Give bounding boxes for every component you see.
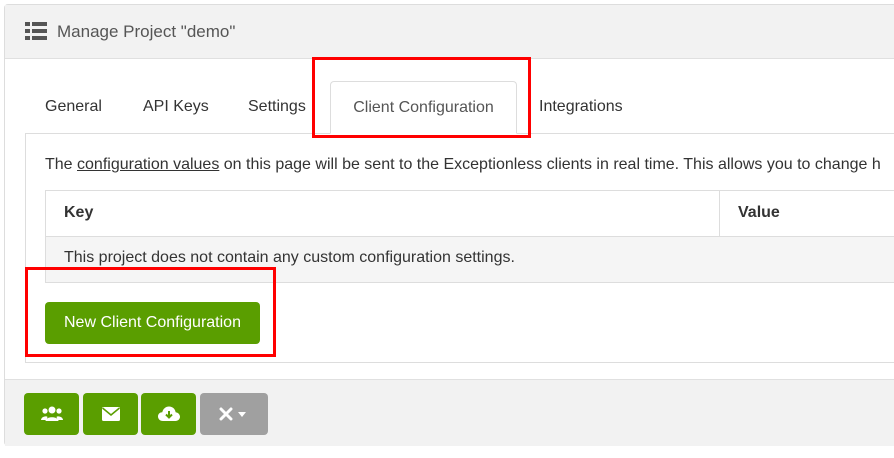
manage-users-button[interactable]: [24, 393, 79, 435]
download-button[interactable]: [141, 393, 196, 435]
column-header-key: Key: [64, 204, 94, 221]
tab-general[interactable]: General: [45, 81, 102, 133]
tab-client-configuration[interactable]: Client Configuration: [330, 81, 517, 134]
column-header-value: Value: [738, 204, 780, 221]
tab-api-keys[interactable]: API Keys: [143, 81, 209, 133]
tab-bar: General API Keys Settings Client Configu…: [25, 81, 894, 134]
manage-project-panel: Manage Project "demo" General API Keys S…: [4, 4, 894, 446]
description-prefix: The: [45, 156, 78, 173]
tab-integrations[interactable]: Integrations: [539, 81, 623, 133]
delete-dropdown-button[interactable]: [200, 393, 268, 435]
empty-table-message: This project does not contain any custom…: [64, 249, 515, 266]
tab-settings[interactable]: Settings: [248, 81, 306, 133]
configuration-values-link[interactable]: configuration values: [77, 156, 219, 173]
configuration-table: Key Value This project does not contain …: [45, 190, 894, 283]
panel-heading: Manage Project "demo": [5, 5, 894, 59]
description-suffix: on this page will be sent to the Excepti…: [219, 156, 881, 173]
new-client-configuration-button[interactable]: New Client Configuration: [45, 302, 260, 344]
table-row: This project does not contain any custom…: [46, 237, 894, 282]
panel-footer: [5, 379, 894, 446]
list-icon: [25, 22, 47, 40]
description-text: The configuration values on this page wi…: [45, 155, 881, 175]
table-header-row: Key Value: [46, 191, 894, 237]
column-divider: [719, 191, 720, 237]
email-button[interactable]: [83, 393, 138, 435]
client-configuration-content: The configuration values on this page wi…: [25, 133, 894, 363]
page-title: Manage Project "demo": [57, 22, 236, 41]
